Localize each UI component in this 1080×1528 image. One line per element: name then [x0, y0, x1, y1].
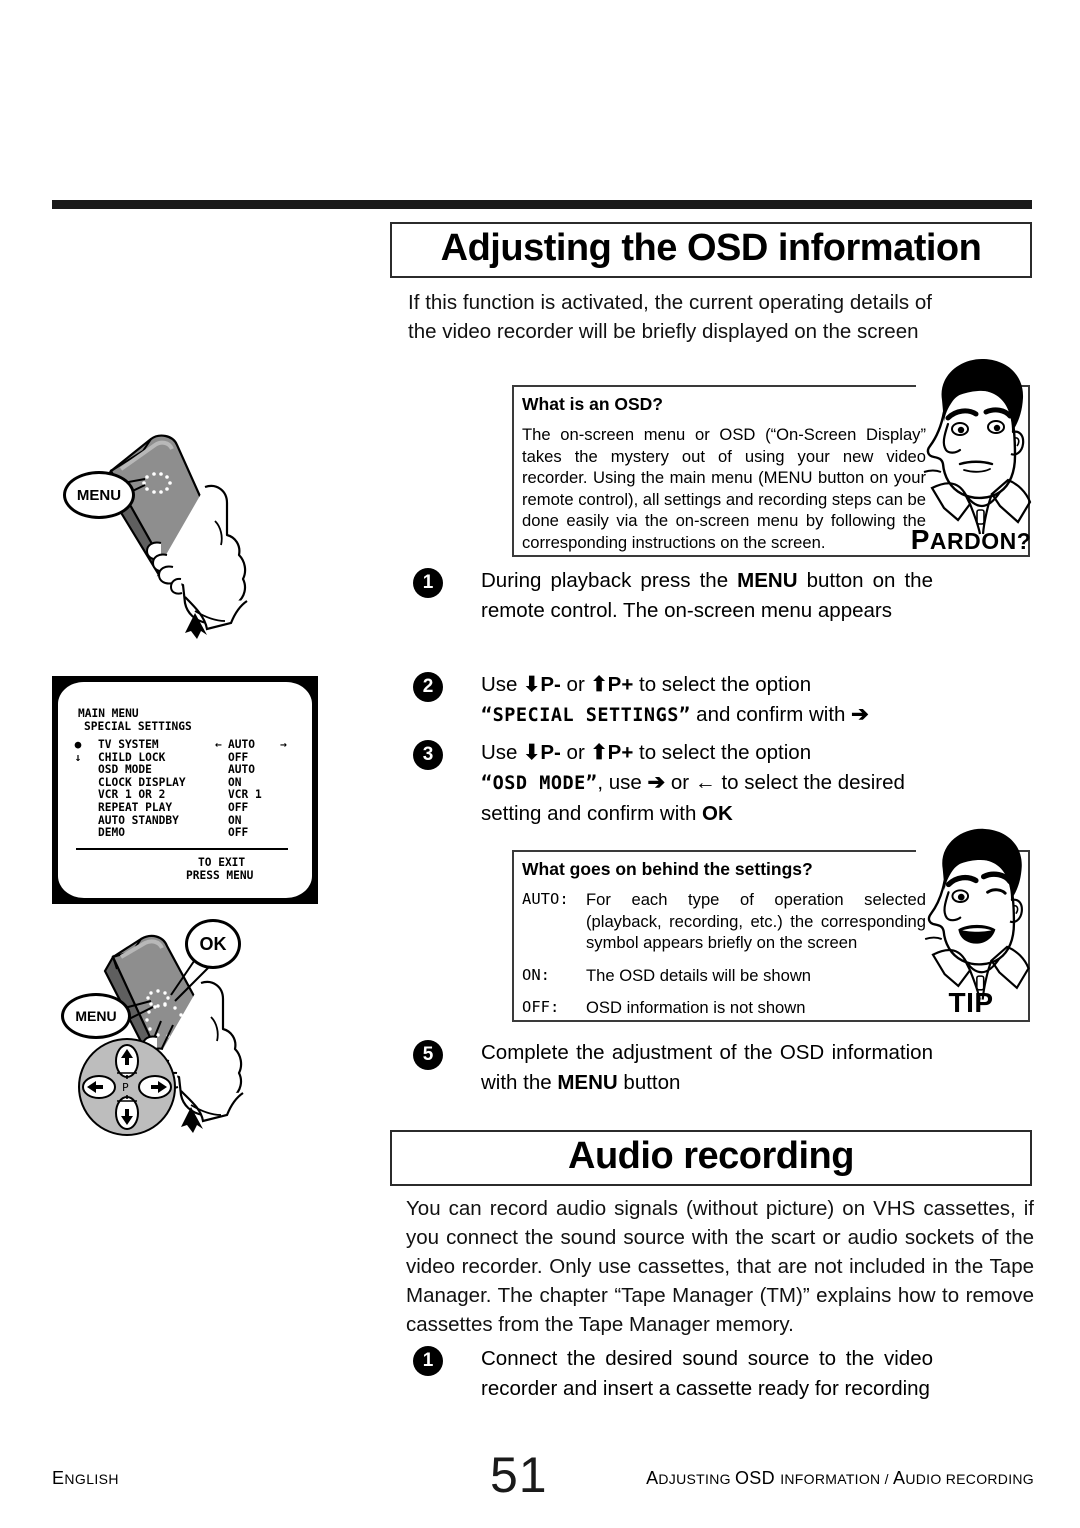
- menu-option-label: “OSD MODE”: [481, 773, 598, 794]
- osd-scroll-down-icon: ↓: [74, 750, 82, 764]
- osd-menu-item-repeat-play[interactable]: REPEAT PLAY OFF: [72, 800, 310, 815]
- osd-item-label: DEMO: [98, 826, 125, 840]
- step-number: 5: [413, 1040, 443, 1070]
- osd-item-label: TV SYSTEM: [98, 738, 159, 751]
- p-minus-label: P-: [540, 673, 561, 696]
- p-down-icon: ⬇: [523, 673, 541, 696]
- info-row-key: ON:: [522, 965, 550, 984]
- p-up-icon: ⬆: [590, 673, 608, 696]
- info-box-body: The on-screen menu or OSD (“On-Screen Di…: [522, 425, 926, 552]
- info-row-value: OSD information is not shown: [586, 998, 806, 1017]
- info-box-settings-explained: What goes on behind the settings? AUTO: …: [512, 850, 1030, 1022]
- audio-step-1: 1 Connect the desired sound source to th…: [413, 1344, 933, 1404]
- callout-menu-button[interactable]: MENU: [63, 471, 135, 519]
- osd-header-special-settings: SPECIAL SETTINGS: [84, 719, 192, 733]
- arrow-left-icon: ←: [694, 771, 716, 794]
- section-heading-osd: Adjusting the OSD information: [390, 222, 1032, 278]
- section-title: Audio recording: [568, 1135, 854, 1177]
- step-text: Use ⬇P- or ⬆P+ to select the option “OSD…: [481, 741, 905, 825]
- info-box-title: What goes on behind the settings?: [522, 859, 813, 879]
- p-minus-label: P-: [540, 741, 561, 764]
- menu-key-label: MENU: [737, 569, 798, 592]
- info-box-what-is-osd: What is an OSD? The on-screen menu or OS…: [512, 385, 1030, 557]
- pardon-box-notch: [916, 383, 1012, 389]
- tip-box-notch: [916, 848, 1012, 854]
- callout-label: MENU: [76, 486, 122, 504]
- info-box-title: What is an OSD?: [522, 394, 663, 414]
- p-up-icon: ⬆: [590, 741, 608, 764]
- callout-label: OK: [199, 933, 227, 954]
- step-text: Connect the desired sound source to the …: [481, 1347, 933, 1400]
- osd-menu-item-tv-system[interactable]: ● TV SYSTEM ← AUTO →: [72, 738, 310, 752]
- osd-item-value: OFF: [228, 826, 249, 840]
- step-number: 1: [413, 568, 443, 598]
- p-plus-label: P+: [607, 741, 634, 764]
- arrow-right-icon: ➔: [647, 771, 666, 794]
- remote-control-menu-illustration: MENU: [55, 425, 320, 655]
- osd-selection-marker: ●: [74, 738, 82, 751]
- osd-divider: [76, 848, 288, 850]
- svg-text:P: P: [122, 1081, 129, 1094]
- remote-control-ok-illustration: P OK MENU: [55, 915, 320, 1145]
- info-row: ON: The OSD details will be shown: [522, 965, 926, 987]
- info-row-value: The OSD details will be shown: [586, 965, 812, 985]
- osd-menu-item-osd-mode[interactable]: OSD MODE AUTO: [72, 764, 310, 777]
- osd-exit-line-2: PRESS MENU: [186, 868, 254, 882]
- osd-menu-list: ● TV SYSTEM ← AUTO → ↓ CHILD LOCK OFF OS…: [72, 738, 310, 840]
- osd-item-value: AUTO: [228, 738, 255, 751]
- p-plus-label: P+: [607, 673, 634, 696]
- osd-intro-paragraph: If this function is activated, the curre…: [408, 291, 932, 343]
- step-number: 1: [413, 1346, 443, 1376]
- arrow-left-icon: ←: [215, 738, 222, 751]
- step-number: 3: [413, 740, 443, 770]
- arrow-right-icon: →: [280, 738, 287, 751]
- footer-language: ENGLISH: [52, 1468, 119, 1488]
- footer-breadcrumb: ADJUSTING OSD INFORMATION / AUDIO RECORD…: [646, 1468, 1034, 1488]
- osd-screen-glass: MAIN MENU SPECIAL SETTINGS ● TV SYSTEM ←…: [58, 682, 312, 898]
- page-title: Adjusting the OSD information: [440, 227, 982, 269]
- step-2: 2 Use ⬇P- or ⬆P+ to select the option “S…: [413, 670, 933, 731]
- info-row-key: OFF:: [522, 998, 560, 1016]
- menu-option-label: “SPECIAL SETTINGS”: [481, 705, 691, 726]
- info-row: AUTO: For each type of operation selecte…: [522, 889, 926, 954]
- ok-key-label: OK: [702, 802, 733, 825]
- step-1: 1 During playback press the MENU button …: [413, 566, 933, 626]
- callout-ok-button[interactable]: OK: [185, 919, 241, 969]
- audio-intro-paragraph: You can record audio signals (without pi…: [406, 1197, 1034, 1336]
- step-number: 2: [413, 672, 443, 702]
- step-text: Use ⬇P- or ⬆P+ to select the option “SPE…: [481, 673, 869, 726]
- osd-item-label: OSD MODE: [98, 763, 152, 777]
- step-text: Complete the adjustment of the OSD infor…: [481, 1041, 933, 1094]
- info-row-key: AUTO:: [522, 890, 569, 908]
- osd-item-value: AUTO: [228, 763, 255, 777]
- p-down-icon: ⬇: [523, 741, 541, 764]
- osd-item-value: OFF: [228, 800, 249, 814]
- callout-menu-button[interactable]: MENU: [61, 993, 131, 1039]
- info-row-value: For each type of operation selected (pla…: [586, 890, 926, 952]
- step-5: 5 Complete the adjustment of the OSD inf…: [413, 1038, 933, 1098]
- osd-item-label: REPEAT PLAY: [98, 800, 173, 814]
- callout-label: MENU: [75, 1008, 117, 1024]
- menu-key-label: MENU: [557, 1071, 618, 1094]
- info-row: OFF: OSD information is not shown: [522, 997, 926, 1019]
- step-3: 3 Use ⬇P- or ⬆P+ to select the option “O…: [413, 738, 933, 829]
- arrow-right-icon: ➔: [851, 703, 869, 726]
- osd-menu-item-demo[interactable]: DEMO OFF: [72, 827, 310, 840]
- step-text: During playback press the MENU button on…: [481, 569, 933, 622]
- osd-exit-line-1: TO EXIT: [198, 856, 246, 869]
- page-number: 51: [490, 1447, 548, 1503]
- header-rule: [52, 200, 1032, 209]
- remote-hand-icon: [98, 434, 248, 639]
- osd-header-main-menu: MAIN MENU: [78, 707, 139, 720]
- section-heading-audio: Audio recording: [390, 1130, 1032, 1186]
- osd-screen-illustration: MAIN MENU SPECIAL SETTINGS ● TV SYSTEM ←…: [52, 676, 318, 904]
- page-footer: ENGLISH 51 ADJUSTING OSD INFORMATION / A…: [0, 1447, 1080, 1510]
